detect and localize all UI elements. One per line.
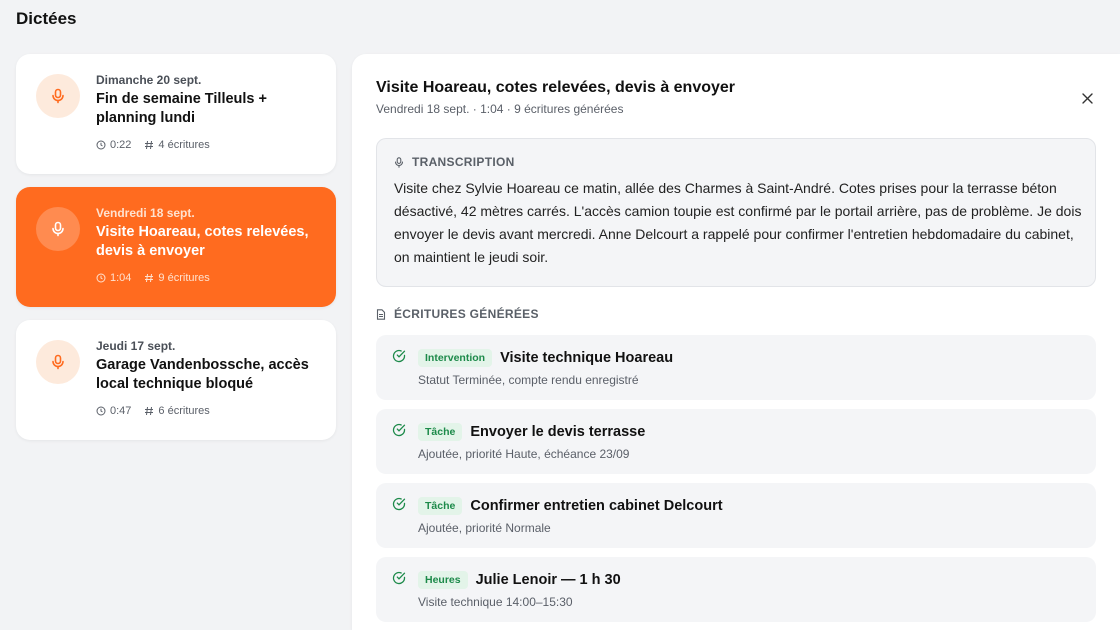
microphone-icon: [36, 74, 80, 118]
close-icon: [1081, 92, 1093, 104]
dictation-date: Jeudi 17 sept.: [96, 339, 176, 353]
dictation-entry-count: 9 écritures: [158, 272, 210, 284]
dictation-card[interactable]: Jeudi 17 sept. Garage Vandenbossche, acc…: [16, 320, 336, 440]
dictation-meta: 0:47 6 écritures: [96, 405, 223, 417]
dictation-duration: 0:22: [110, 139, 132, 151]
dictation-detail-panel: Visite Hoareau, cotes relevées, devis à …: [352, 54, 1120, 630]
hash-icon: [145, 406, 154, 416]
check-circle-icon: [392, 497, 406, 511]
dictation-title: Fin de semaine Tilleuls + planning lundi: [96, 91, 267, 126]
detail-subtitle: Vendredi 18 sept. · 1:04 · 9 écritures g…: [376, 102, 624, 116]
entry-description: Statut Terminée, compte rendu enregistré: [418, 373, 639, 387]
entry-description: Ajoutée, priorité Normale: [418, 521, 551, 535]
entries-label: ÉCRITURES GÉNÉRÉES: [376, 307, 539, 321]
dictation-duration: 1:04: [110, 272, 132, 284]
transcription-box: TRANSCRIPTION Visite chez Sylvie Hoareau…: [376, 138, 1096, 287]
entry-type-badge: Tâche: [418, 423, 463, 441]
dictation-entry-count: 6 écritures: [158, 405, 210, 417]
transcription-text: Visite chez Sylvie Hoareau ce matin, all…: [394, 180, 1082, 265]
dictation-meta: 0:22 4 écritures: [96, 139, 223, 151]
generated-entry[interactable]: Heures Julie Lenoir — 1 h 30 Visite tech…: [376, 557, 1096, 622]
generated-entry[interactable]: Tâche Envoyer le devis terrasse Ajoutée,…: [376, 409, 1096, 474]
entry-title: Confirmer entretien cabinet Delcourt: [470, 498, 723, 514]
dictation-title: Garage Vandenbossche, accès local techni…: [96, 357, 309, 392]
dictation-date: Vendredi 18 sept.: [96, 206, 195, 220]
transcription-label: TRANSCRIPTION: [394, 155, 515, 169]
hash-icon: [145, 273, 154, 283]
dictation-entry-count: 4 écritures: [158, 139, 210, 151]
check-circle-icon: [392, 349, 406, 363]
detail-title: Visite Hoareau, cotes relevées, devis à …: [376, 79, 736, 96]
entry-title: Julie Lenoir — 1 h 30: [475, 572, 621, 588]
page-title: Dictées: [16, 9, 77, 28]
microphone-icon: [36, 340, 80, 384]
clock-icon: [96, 140, 106, 150]
check-circle-icon: [392, 423, 406, 437]
dictation-duration: 0:47: [110, 405, 132, 417]
dictation-card-active[interactable]: Vendredi 18 sept. Visite Hoareau, cotes …: [16, 187, 336, 307]
entry-type-badge: Tâche: [418, 497, 463, 515]
dictation-card[interactable]: Dimanche 20 sept. Fin de semaine Tilleul…: [16, 54, 336, 174]
microphone-icon: [36, 207, 80, 251]
generated-entry[interactable]: Tâche Confirmer entretien cabinet Delcou…: [376, 483, 1096, 548]
entry-type-badge: Intervention: [418, 349, 493, 367]
entry-description: Visite technique 14:00–15:30: [418, 595, 573, 609]
microphone-icon: [394, 156, 404, 168]
entry-description: Ajoutée, priorité Haute, échéance 23/09: [418, 447, 630, 461]
document-icon: [376, 308, 386, 320]
clock-icon: [96, 273, 106, 283]
dictation-date: Dimanche 20 sept.: [96, 73, 202, 87]
entry-title: Visite technique Hoareau: [500, 350, 674, 366]
clock-icon: [96, 406, 106, 416]
generated-entry[interactable]: Intervention Visite technique Hoareau St…: [376, 335, 1096, 400]
dictation-title: Visite Hoareau, cotes relevées, devis à …: [96, 224, 309, 259]
hash-icon: [145, 140, 154, 150]
entry-type-badge: Heures: [418, 571, 468, 589]
dictation-list: Dimanche 20 sept. Fin de semaine Tilleul…: [16, 54, 336, 453]
dictation-meta: 1:04 9 écritures: [96, 272, 223, 284]
entry-title: Envoyer le devis terrasse: [470, 424, 646, 440]
close-button[interactable]: [1079, 90, 1095, 106]
check-circle-icon: [392, 571, 406, 585]
